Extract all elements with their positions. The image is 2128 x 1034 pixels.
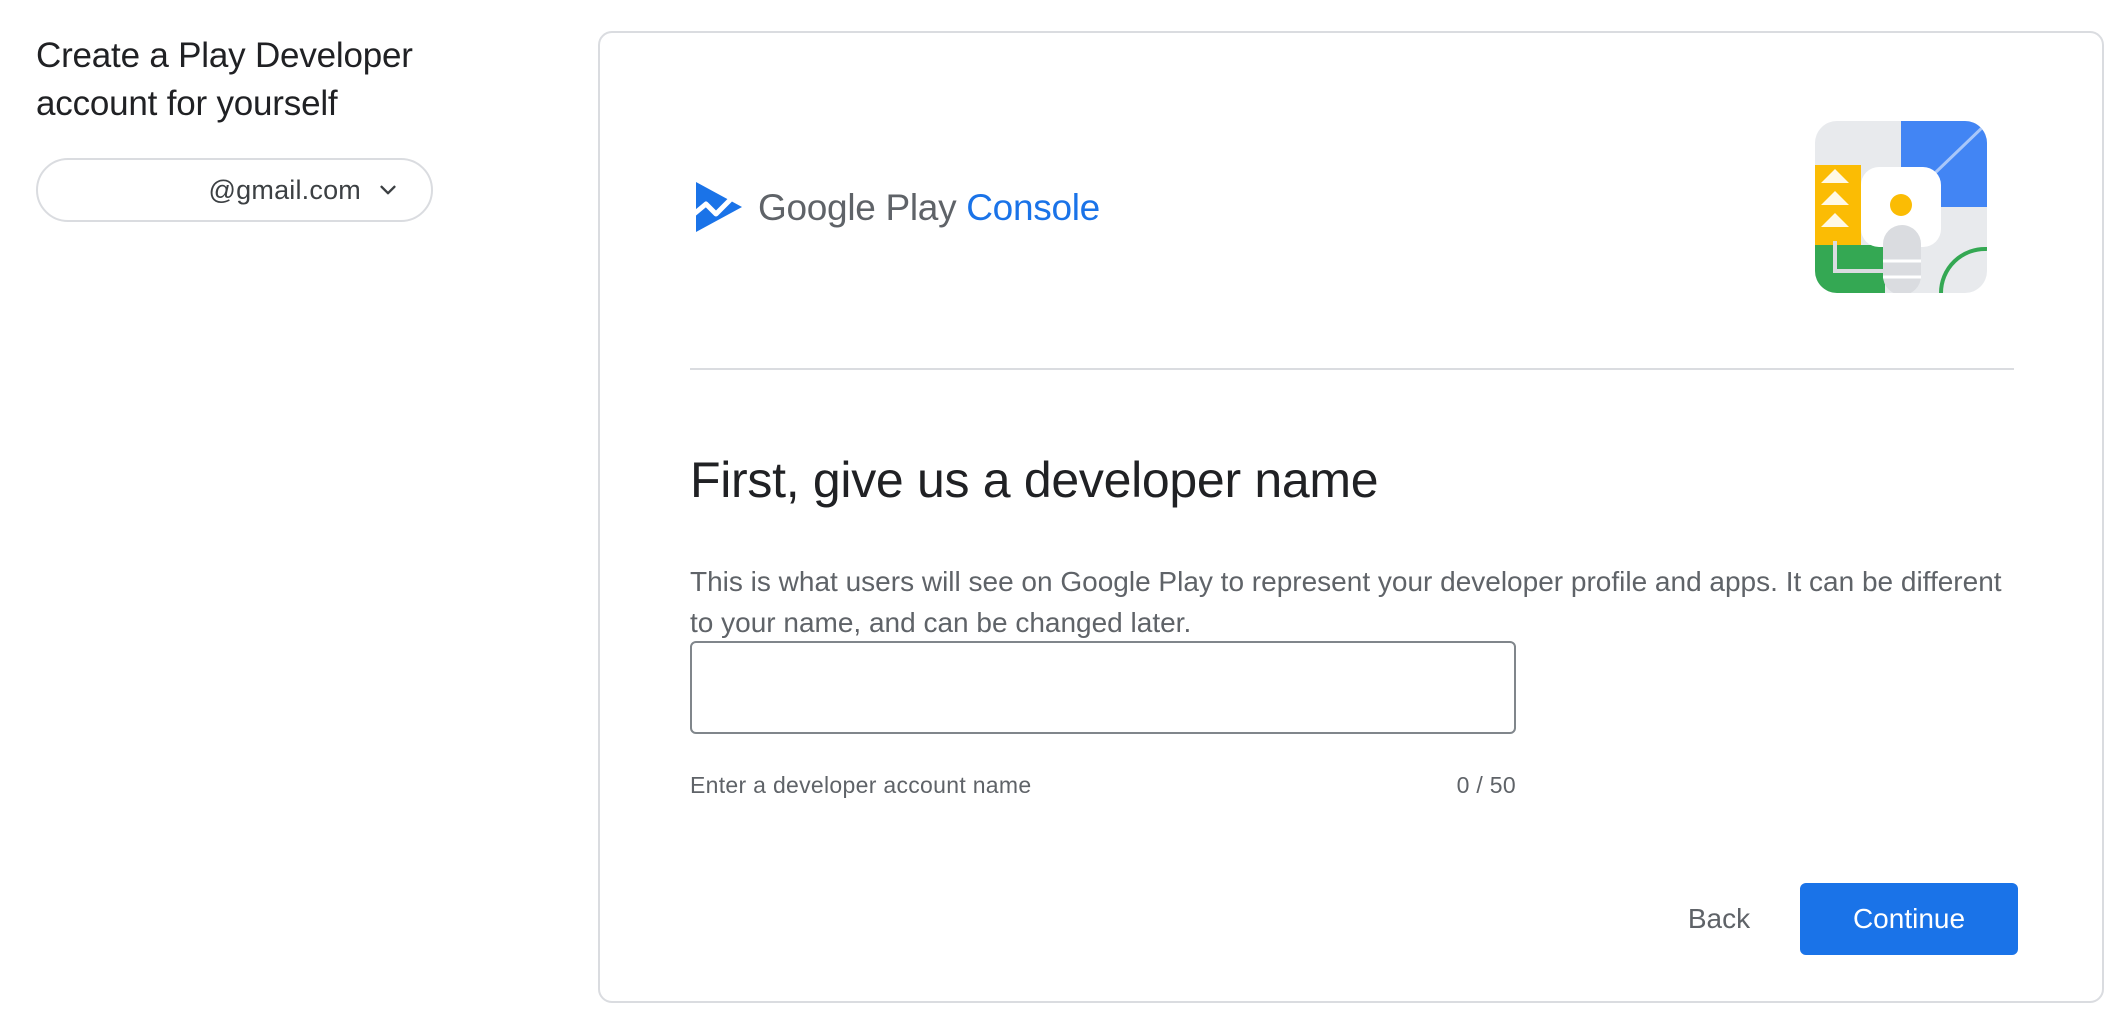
developer-illustration <box>1815 121 1987 293</box>
onboarding-card: Google Play Console First, give us a dev… <box>598 31 2104 1003</box>
account-switcher[interactable]: @gmail.com <box>36 158 433 222</box>
chevron-down-icon <box>375 177 401 203</box>
brand-google-play: Google Play <box>758 187 957 228</box>
account-email: @gmail.com <box>208 174 361 205</box>
brand-console: Console <box>966 187 1100 228</box>
continue-button[interactable]: Continue <box>1800 883 2018 955</box>
character-counter: 0 / 50 <box>1456 772 1516 798</box>
form-description: This is what users will see on Google Pl… <box>690 566 2002 638</box>
left-panel: Create a Play Developer account for your… <box>36 32 456 222</box>
developer-name-input[interactable] <box>690 641 1516 734</box>
play-console-logo-icon <box>690 180 746 236</box>
input-helper-row: Enter a developer account name 0 / 50 <box>690 772 1516 799</box>
back-button[interactable]: Back <box>1664 883 1774 955</box>
page-title: Create a Play Developer account for your… <box>36 36 413 123</box>
input-hint: Enter a developer account name <box>690 772 1032 798</box>
brand-wordmark: Google Play Console <box>758 187 1100 229</box>
form-heading: First, give us a developer name <box>690 452 1379 508</box>
header-divider <box>690 368 2014 370</box>
play-console-brand: Google Play Console <box>690 178 1100 238</box>
